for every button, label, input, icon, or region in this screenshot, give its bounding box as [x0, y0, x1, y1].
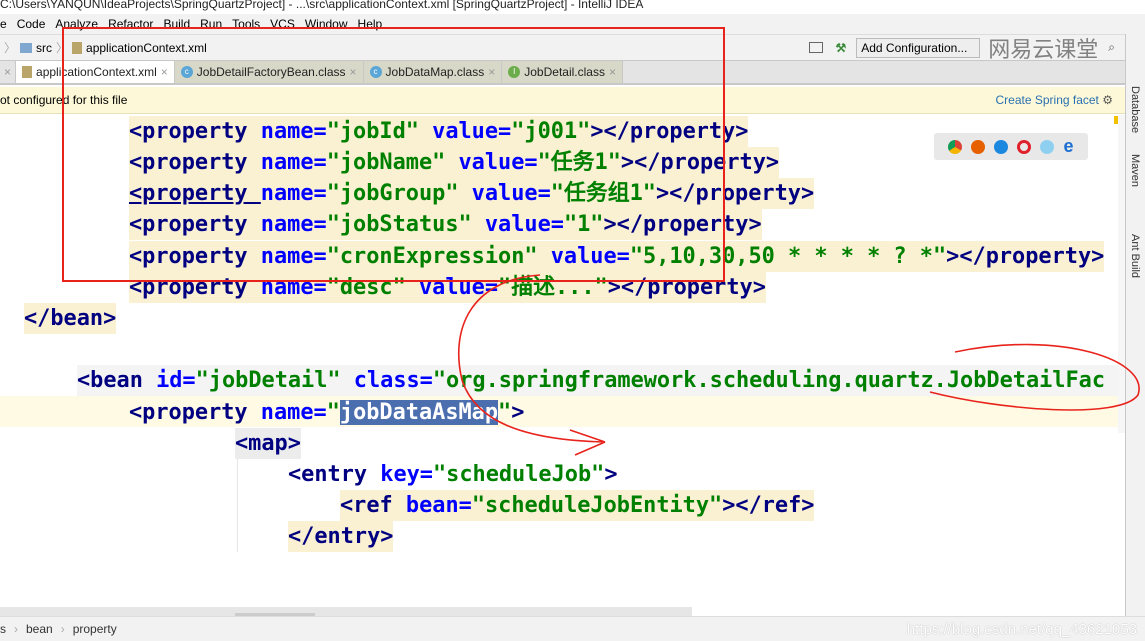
annotation-rectangle — [62, 27, 725, 282]
annotation-curve — [929, 343, 1140, 411]
annotation-arrow — [458, 274, 606, 456]
annotation-overlay — [62, 27, 1140, 456]
